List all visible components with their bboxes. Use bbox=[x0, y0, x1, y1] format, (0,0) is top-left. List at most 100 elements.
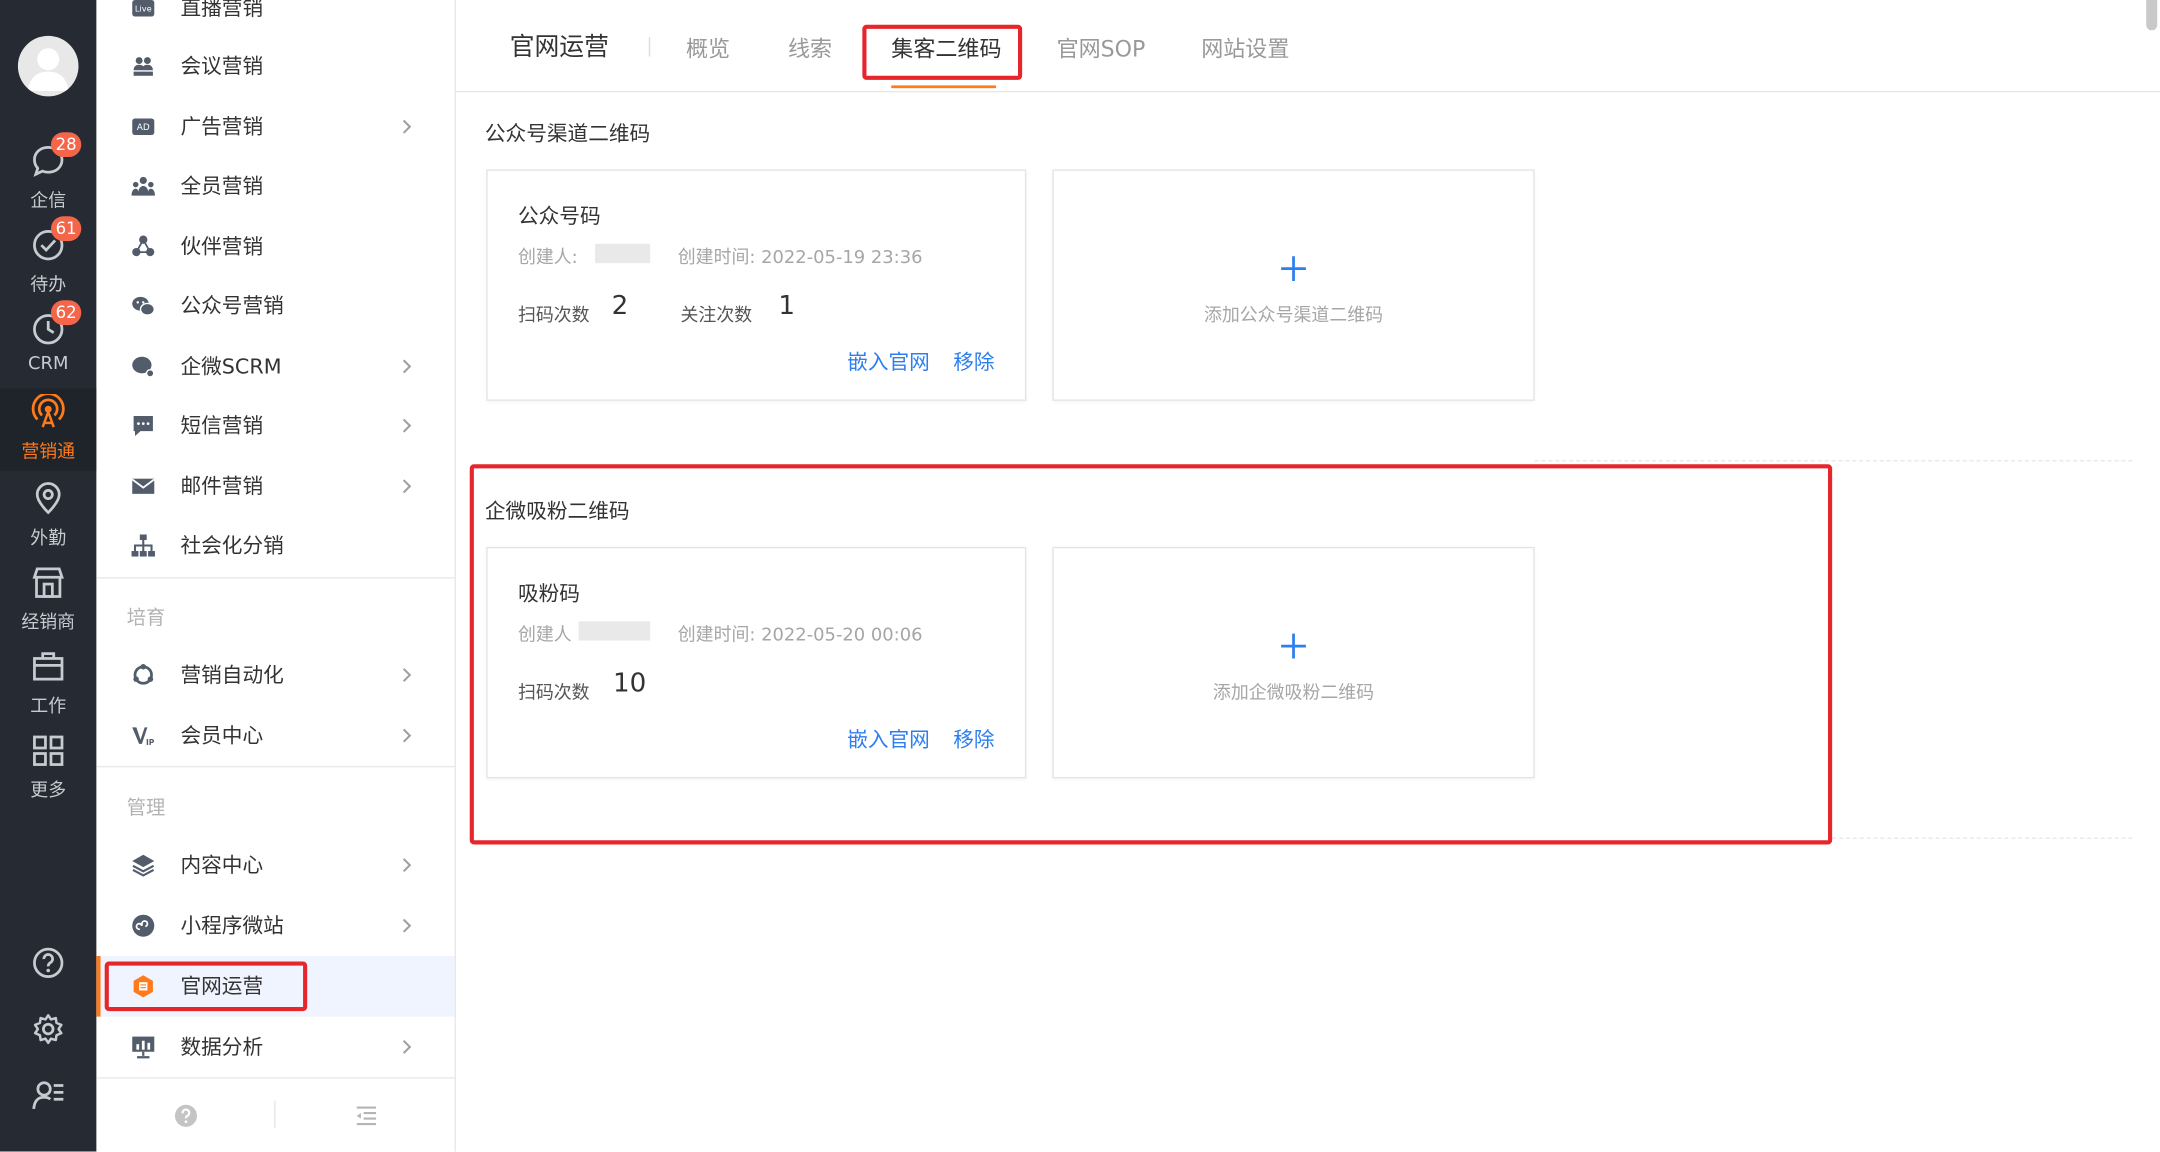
menu-item-label: 公众号营销 bbox=[180, 293, 284, 319]
team-icon bbox=[131, 176, 155, 196]
highlight-box-section bbox=[469, 464, 1833, 845]
creator-name-redacted bbox=[595, 243, 651, 264]
global-nav-rail: 28 企信 61 待办 62 CRM 营销通 外勤 经销商 工作 更多 bbox=[0, 0, 97, 1152]
wecom-icon bbox=[132, 356, 155, 378]
rail-item-todo[interactable]: 61 待办 bbox=[0, 216, 96, 305]
rail-item-dealer[interactable]: 经销商 bbox=[0, 562, 96, 642]
rail-item-crm[interactable]: 62 CRM bbox=[0, 300, 96, 389]
org-chart-icon bbox=[131, 534, 155, 557]
menu-divider bbox=[96, 765, 455, 768]
tab-overview[interactable]: 概览 bbox=[686, 30, 730, 63]
svg-text:Live: Live bbox=[135, 4, 152, 14]
active-tab-underline bbox=[891, 85, 996, 89]
menu-item-meeting[interactable]: 会议营销 bbox=[96, 36, 454, 97]
remove-link[interactable]: 移除 bbox=[953, 347, 994, 376]
rail-label: 待办 bbox=[30, 275, 67, 297]
menu-item-content-center[interactable]: 内容中心 bbox=[96, 835, 454, 896]
user-avatar[interactable] bbox=[17, 35, 79, 97]
chevron-right-icon bbox=[402, 418, 412, 433]
tab-website-settings[interactable]: 网站设置 bbox=[1201, 30, 1289, 63]
rail-item-field[interactable]: 外勤 bbox=[0, 478, 96, 558]
rail-label: 更多 bbox=[30, 781, 67, 802]
menu-item-automation[interactable]: 营销自动化 bbox=[96, 645, 454, 706]
mini-program-icon bbox=[132, 914, 155, 937]
menu-help-icon[interactable] bbox=[174, 1103, 199, 1128]
layers-icon bbox=[132, 854, 155, 877]
live-icon: Live bbox=[132, 0, 155, 17]
help-icon[interactable] bbox=[30, 945, 66, 981]
menu-item-mini-program[interactable]: 小程序微站 bbox=[96, 895, 454, 956]
broadcast-icon bbox=[31, 393, 65, 428]
add-official-account-qr-button[interactable]: 添加公众号渠道二维码 bbox=[1052, 169, 1535, 401]
chevron-right-icon bbox=[402, 1040, 412, 1054]
ad-icon: AD bbox=[132, 118, 155, 135]
automation-icon bbox=[133, 663, 154, 685]
rail-item-work[interactable]: 工作 bbox=[0, 646, 96, 726]
rail-label: 经销商 bbox=[21, 613, 76, 634]
tab-separator bbox=[648, 37, 651, 57]
collapse-menu-icon[interactable] bbox=[354, 1103, 379, 1128]
chevron-right-icon bbox=[402, 858, 412, 873]
menu-item-label: 内容中心 bbox=[180, 852, 264, 878]
rail-label: 外勤 bbox=[30, 528, 67, 550]
page-tab-bar: 官网运营 概览 线索 集客二维码 官网SOP 网站设置 bbox=[455, 0, 2160, 93]
menu-item-label: 会议营销 bbox=[180, 53, 264, 79]
menu-section-nurture: 培育 bbox=[126, 607, 166, 630]
sms-icon bbox=[133, 416, 153, 436]
menu-item-member-center[interactable]: IP 会员中心 bbox=[96, 705, 454, 766]
menu-item-data-analysis[interactable]: 数据分析 bbox=[96, 1017, 454, 1078]
tab-website-sop[interactable]: 官网SOP bbox=[1057, 30, 1146, 63]
menu-item-partner[interactable]: 伙伴营销 bbox=[96, 216, 454, 277]
created-time: 创建时间: 2022-05-19 23:36 bbox=[677, 247, 923, 269]
chevron-right-icon bbox=[402, 668, 412, 682]
embed-website-link[interactable]: 嵌入官网 bbox=[847, 347, 930, 376]
menu-item-label: 直播营销 bbox=[180, 0, 264, 21]
menu-item-sms[interactable]: 短信营销 bbox=[96, 395, 454, 456]
menu-section-manage: 管理 bbox=[126, 797, 166, 820]
chevron-right-icon bbox=[402, 119, 412, 134]
highlight-box-menu-item bbox=[104, 961, 308, 1012]
menu-item-label: 邮件营销 bbox=[180, 473, 264, 499]
svg-text:IP: IP bbox=[146, 738, 155, 747]
footer-divider bbox=[274, 1100, 276, 1129]
page-title: 官网运营 bbox=[509, 33, 609, 62]
rail-item-marketing[interactable]: 营销通 bbox=[0, 388, 97, 472]
unread-badge: 62 bbox=[50, 300, 82, 326]
scan-count-value: 2 bbox=[611, 290, 629, 321]
menu-item-live[interactable]: Live 直播营销 bbox=[96, 0, 454, 39]
menu-item-social-distribution[interactable]: 社会化分销 bbox=[96, 515, 454, 576]
chevron-right-icon bbox=[402, 359, 412, 374]
rail-label: 工作 bbox=[30, 697, 67, 718]
menu-item-wecom-scrm[interactable]: 企微SCRM bbox=[96, 336, 454, 397]
rail-item-qixin[interactable]: 28 企信 bbox=[0, 132, 96, 221]
menu-item-advertising[interactable]: AD 广告营销 bbox=[96, 96, 454, 157]
menu-divider bbox=[96, 577, 455, 579]
app-window: 28 企信 61 待办 62 CRM 营销通 外勤 经销商 工作 更多 Live… bbox=[0, 0, 2160, 1152]
scan-count-label: 扫码次数 bbox=[517, 305, 590, 327]
menu-divider bbox=[96, 1077, 455, 1079]
section-divider bbox=[1534, 460, 2133, 462]
rail-label: 营销通 bbox=[21, 442, 76, 463]
add-card-label: 添加公众号渠道二维码 bbox=[1203, 305, 1384, 327]
menu-item-email[interactable]: 邮件营销 bbox=[96, 456, 454, 517]
unread-badge: 61 bbox=[50, 216, 82, 242]
settings-gear-icon[interactable] bbox=[30, 1011, 66, 1047]
menu-item-official-account[interactable]: 公众号营销 bbox=[96, 276, 454, 337]
menu-item-all-staff[interactable]: 全员营销 bbox=[96, 156, 454, 217]
rail-item-more[interactable]: 更多 bbox=[0, 730, 96, 810]
analytics-icon bbox=[132, 1036, 155, 1059]
menu-item-label: 社会化分销 bbox=[180, 533, 284, 558]
user-list-icon[interactable] bbox=[30, 1077, 66, 1113]
scrollbar-thumb[interactable] bbox=[2146, 0, 2158, 31]
qr-code-card: 公众号码 创建人: 创建时间: 2022-05-19 23:36 扫码次数 2 … bbox=[486, 169, 1027, 401]
plus-icon bbox=[1281, 256, 1306, 282]
chevron-right-icon bbox=[402, 728, 412, 743]
active-indicator bbox=[96, 956, 101, 1017]
highlight-box-tab bbox=[862, 24, 1023, 80]
briefcase-icon bbox=[33, 652, 64, 681]
avatar-person-icon bbox=[27, 48, 69, 91]
tab-leads[interactable]: 线索 bbox=[788, 30, 832, 63]
location-pin-icon bbox=[35, 482, 61, 515]
wechat-icon bbox=[132, 296, 155, 316]
section-divider bbox=[1832, 837, 2133, 839]
